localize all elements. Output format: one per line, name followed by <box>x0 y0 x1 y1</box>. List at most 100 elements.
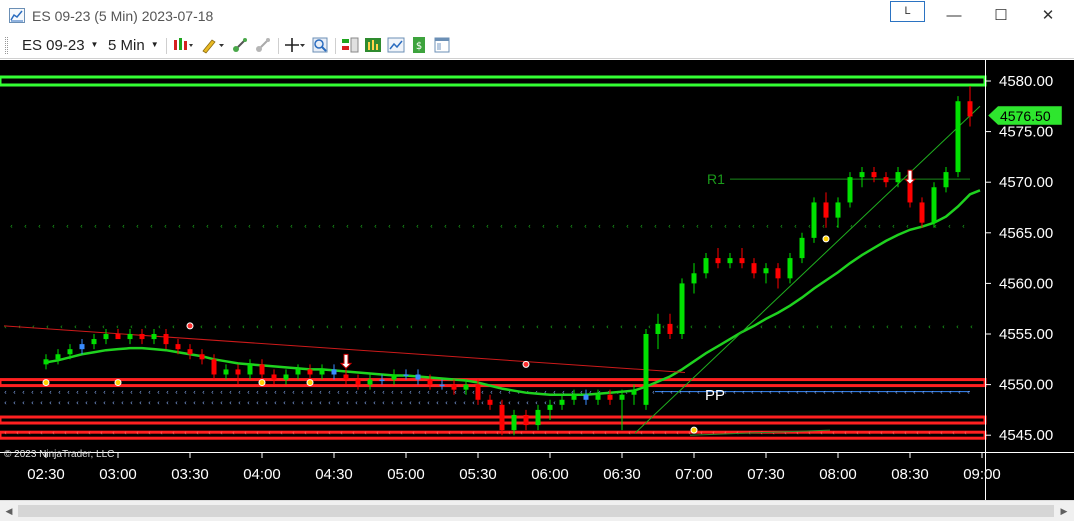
scroll-left-icon[interactable]: ◀ <box>2 504 16 518</box>
level-marker: ‹ <box>652 389 655 397</box>
level-marker: ‹ <box>157 399 160 407</box>
level-marker: ‹ <box>584 223 587 231</box>
level-marker: ‹ <box>200 323 203 331</box>
level-marker: ‹ <box>130 399 133 407</box>
level-marker: ‹ <box>532 429 535 437</box>
time-tick-label: 07:30 <box>747 466 785 483</box>
level-marker: ‹ <box>364 399 367 407</box>
level-marker: ‹ <box>256 429 259 437</box>
candle <box>931 182 937 228</box>
zoom-icon[interactable] <box>311 36 329 54</box>
level-marker: ‹ <box>832 429 835 437</box>
level-marker: ‹ <box>40 429 43 437</box>
level-marker: ‹ <box>859 389 862 397</box>
orders-icon[interactable]: $ <box>410 36 428 54</box>
level-marker: ‹ <box>760 323 763 331</box>
crosshair-icon[interactable] <box>284 36 306 54</box>
candle-body <box>295 369 301 375</box>
window-title: ES 09-23 (5 Min) 2023-07-18 <box>32 8 214 24</box>
level-marker: ‹ <box>184 389 187 397</box>
data-box-icon[interactable] <box>387 36 405 54</box>
level-marker: ‹ <box>52 223 55 231</box>
level-marker: ‹ <box>94 223 97 231</box>
level-marker: ‹ <box>373 389 376 397</box>
level-marker: ‹ <box>949 389 952 397</box>
level-marker: ‹ <box>913 389 916 397</box>
level-marker: ‹ <box>850 389 853 397</box>
level-marker: ‹ <box>38 223 41 231</box>
chart-panel[interactable]: ‹ ‹ ‹ ‹ ‹ ‹ ‹ ‹ ‹ ‹ ‹ ‹ ‹ ‹ ‹ ‹ ‹ ‹ ‹ ‹ ‹ ‹ ‹ ‹ ‹ ‹ ‹ ‹ ‹ ‹ ‹ ‹ ‹ ‹ ‹ ‹ ‹ ‹ ‹ ‹… <box>0 60 1074 500</box>
scrollbar-thumb[interactable] <box>18 505 1054 517</box>
swing-low-dot <box>306 379 314 387</box>
level-marker: ‹ <box>718 323 721 331</box>
price-chart[interactable]: ‹ ‹ ‹ ‹ ‹ ‹ ‹ ‹ ‹ ‹ ‹ ‹ ‹ ‹ ‹ ‹ ‹ ‹ ‹ ‹ ‹ ‹ ‹ ‹ ‹ ‹ ‹ ‹ ‹ ‹ ‹ ‹ ‹ ‹ ‹ ‹ ‹ ‹ ‹ ‹… <box>0 60 1074 500</box>
bar-type-icon[interactable] <box>172 36 194 54</box>
level-marker: ‹ <box>430 223 433 231</box>
level-marker: ‹ <box>112 399 115 407</box>
candle-body <box>439 384 445 387</box>
candle <box>91 334 97 350</box>
level-marker: ‹ <box>662 323 665 331</box>
level-marker: ‹ <box>796 389 799 397</box>
level-marker: ‹ <box>376 429 379 437</box>
level-marker: ‹ <box>682 223 685 231</box>
level-marker: ‹ <box>424 323 427 331</box>
chevron-down-icon: ▼ <box>150 40 159 49</box>
strategy-performance-icon[interactable] <box>364 36 382 54</box>
level-marker: ‹ <box>816 323 819 331</box>
level-marker: ‹ <box>668 223 671 231</box>
level-marker: ‹ <box>172 429 175 437</box>
candle-body <box>127 334 133 340</box>
scroll-right-icon[interactable]: ▶ <box>1057 504 1071 518</box>
level-marker: ‹ <box>265 399 268 407</box>
level-marker: ‹ <box>382 399 385 407</box>
level-marker: ‹ <box>670 389 673 397</box>
level-marker: ‹ <box>841 389 844 397</box>
level-marker: ‹ <box>220 389 223 397</box>
level-marker: ‹ <box>480 323 483 331</box>
level-marker: ‹ <box>100 429 103 437</box>
level-marker: ‹ <box>310 389 313 397</box>
indicators-icon[interactable] <box>231 36 249 54</box>
level-marker: ‹ <box>712 429 715 437</box>
level-marker: ‹ <box>606 323 609 331</box>
level-marker: ‹ <box>144 323 147 331</box>
candle-body <box>115 334 121 340</box>
level-marker: ‹ <box>354 323 357 331</box>
interval-selector[interactable]: 5 Min ▼ <box>108 37 159 54</box>
level-marker: ‹ <box>396 323 399 331</box>
close-button[interactable]: ✕ <box>1028 4 1068 28</box>
horizontal-scrollbar[interactable]: ◀ ▶ <box>0 500 1074 521</box>
level-marker: ‹ <box>67 399 70 407</box>
candle <box>379 374 385 385</box>
strategies-icon[interactable] <box>254 36 272 54</box>
candle <box>679 278 685 340</box>
drawing-tool-icon[interactable] <box>200 36 226 54</box>
toolbar-grip-icon[interactable] <box>5 37 8 54</box>
candle-body <box>643 334 649 405</box>
level-marker: ‹ <box>319 389 322 397</box>
maximize-button[interactable]: ☐ <box>981 4 1021 28</box>
level-marker: ‹ <box>822 223 825 231</box>
level-marker: ‹ <box>436 389 439 397</box>
time-tick-label: 08:00 <box>819 466 857 483</box>
toolbar-divider <box>278 38 279 54</box>
minimize-button[interactable]: — <box>934 4 974 28</box>
level-marker: ‹ <box>328 399 331 407</box>
link-button[interactable]: L <box>890 1 925 22</box>
candle-body <box>919 202 925 223</box>
level-marker: ‹ <box>298 323 301 331</box>
level-marker: ‹ <box>948 223 951 231</box>
level-marker: ‹ <box>472 399 475 407</box>
instrument-selector[interactable]: ES 09-23 ▼ <box>22 37 98 54</box>
level-marker: ‹ <box>774 323 777 331</box>
swing-high-dot <box>186 322 194 330</box>
candle <box>127 328 133 345</box>
chart-trader-icon[interactable] <box>341 36 359 54</box>
candle-body <box>319 369 325 375</box>
candle-body <box>379 379 385 382</box>
properties-icon[interactable] <box>433 36 451 54</box>
time-tick-label: 07:00 <box>675 466 713 483</box>
level-marker: ‹ <box>904 389 907 397</box>
candle-body <box>187 349 193 355</box>
